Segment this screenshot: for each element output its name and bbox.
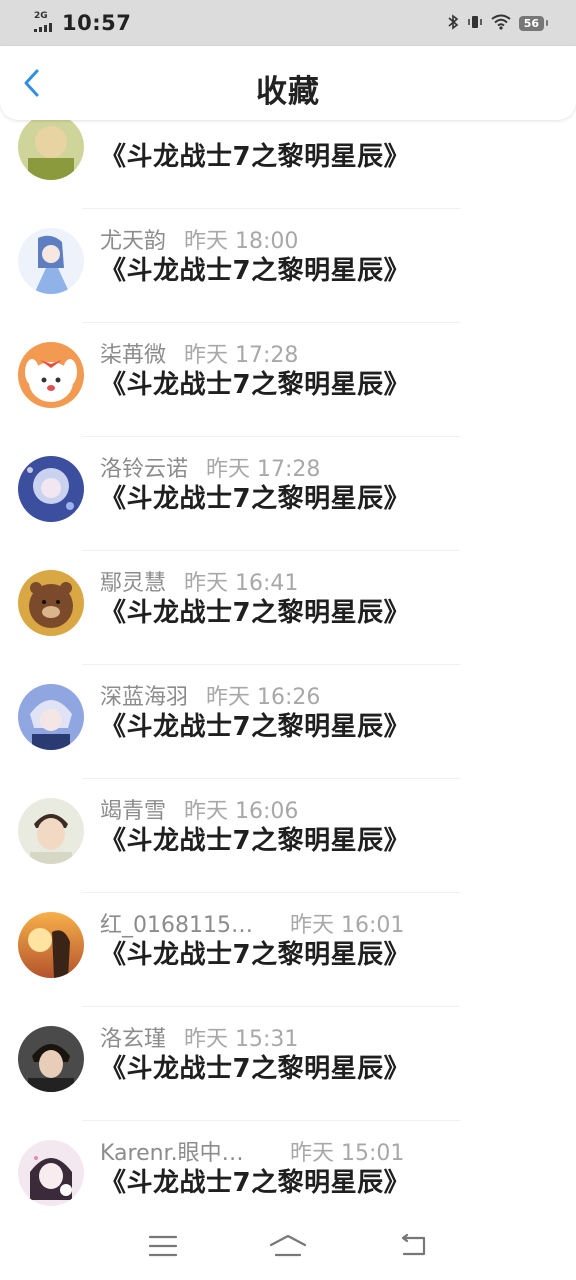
list-item[interactable]: 洛铃云诺 昨天 17:28 《斗龙战士7之黎明星辰》	[0, 436, 576, 551]
item-title[interactable]: 《斗龙战士7之黎明星辰》	[100, 1162, 410, 1199]
battery-icon: 56	[518, 15, 549, 31]
list-item[interactable]: 竭青雪 昨天 16:06 《斗龙战士7之黎明星辰》	[0, 778, 576, 893]
status-bar: 2G 10:57 56	[0, 0, 576, 46]
back-icon	[402, 1234, 426, 1256]
item-title[interactable]: 《斗龙战士7之黎明星辰》	[100, 364, 410, 401]
item-title[interactable]: 《斗龙战士7之黎明星辰》	[100, 1048, 410, 1085]
avatar[interactable]	[18, 570, 84, 636]
list-item[interactable]: 尤天韵 昨天 18:00 《斗龙战士7之黎明星辰》	[0, 208, 576, 323]
avatar[interactable]	[18, 912, 84, 978]
item-title[interactable]: 《斗龙战士7之黎明星辰》	[100, 820, 410, 857]
avatar[interactable]	[18, 228, 84, 294]
back-nav-button[interactable]	[388, 1226, 438, 1266]
page-title: 收藏	[256, 74, 320, 110]
item-title[interactable]: 《斗龙战士7之黎明星辰》	[100, 478, 410, 515]
avatar[interactable]	[18, 342, 84, 408]
header: 收藏	[0, 46, 576, 120]
avatar[interactable]	[18, 1140, 84, 1206]
item-title[interactable]: 《斗龙战士7之黎明星辰》	[100, 706, 410, 743]
wifi-icon	[491, 14, 511, 33]
network-type: 2G	[34, 11, 48, 21]
bluetooth-icon	[447, 13, 459, 33]
menu-icon	[148, 1235, 177, 1257]
vibrate-icon	[467, 14, 483, 33]
list-item[interactable]: 柒苒微 昨天 17:28 《斗龙战士7之黎明星辰》	[0, 322, 576, 437]
list-item[interactable]: 洛玄瑾 昨天 15:31 《斗龙战士7之黎明星辰》	[0, 1006, 576, 1121]
list-item[interactable]: 鄢灵慧 昨天 16:41 《斗龙战士7之黎明星辰》	[0, 550, 576, 665]
item-title[interactable]: 《斗龙战士7之黎明星辰》	[100, 250, 410, 287]
avatar[interactable]	[18, 114, 84, 180]
list-item[interactable]: 深蓝海羽 昨天 16:26 《斗龙战士7之黎明星辰》	[0, 664, 576, 779]
status-left: 2G 10:57	[34, 11, 131, 35]
avatar[interactable]	[18, 684, 84, 750]
item-title[interactable]: 《斗龙战士7之黎明星辰》	[100, 934, 410, 971]
avatar[interactable]	[18, 1026, 84, 1092]
avatar[interactable]	[18, 456, 84, 522]
home-icon	[269, 1234, 307, 1257]
system-nav-bar	[0, 1212, 576, 1280]
clock: 10:57	[62, 11, 132, 35]
home-button[interactable]	[263, 1226, 313, 1266]
list-item[interactable]: 红_0168115… 昨天 16:01 《斗龙战士7之黎明星辰》	[0, 892, 576, 1007]
item-title[interactable]: 《斗龙战士7之黎明星辰》	[100, 136, 410, 173]
item-title[interactable]: 《斗龙战士7之黎明星辰》	[100, 592, 410, 629]
avatar[interactable]	[18, 798, 84, 864]
signal-icon: 2G	[34, 12, 56, 34]
menu-button[interactable]	[138, 1226, 188, 1266]
status-right: 56	[447, 13, 549, 33]
